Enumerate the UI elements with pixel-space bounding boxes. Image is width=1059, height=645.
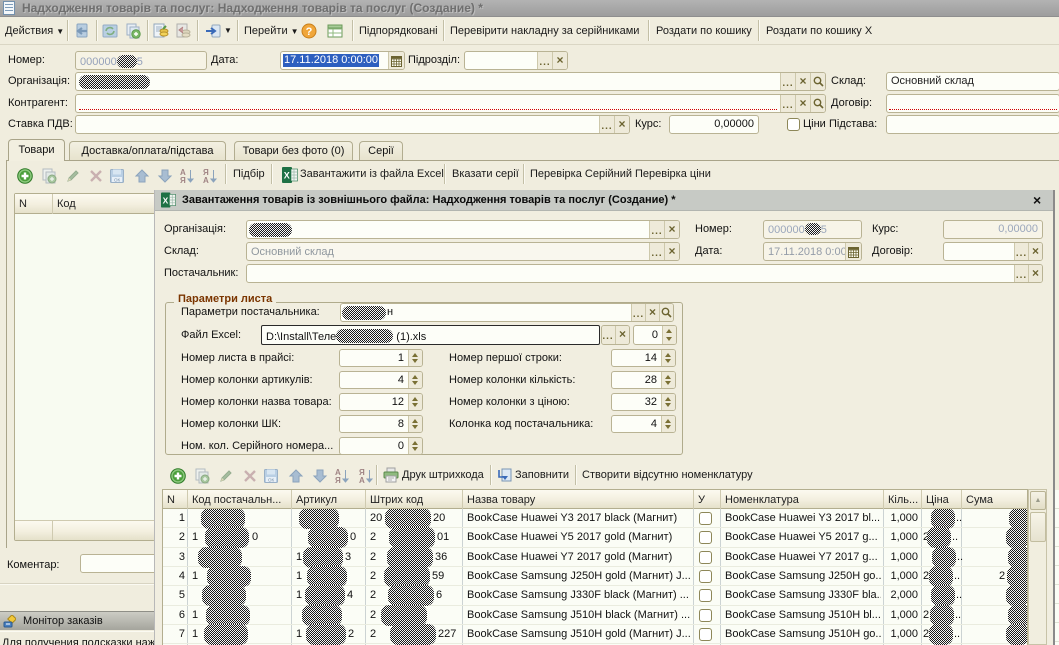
svg-text:X: X: [284, 171, 290, 181]
svg-text:А: А: [359, 476, 365, 484]
svg-text:А: А: [203, 176, 209, 184]
svg-text:ОК: ОК: [268, 478, 275, 483]
svg-text:Я: Я: [180, 176, 186, 184]
svg-text:X: X: [163, 195, 169, 205]
svg-text:Я: Я: [335, 476, 341, 484]
svg-text:?: ?: [306, 26, 313, 38]
svg-text:ОК: ОК: [114, 178, 121, 183]
